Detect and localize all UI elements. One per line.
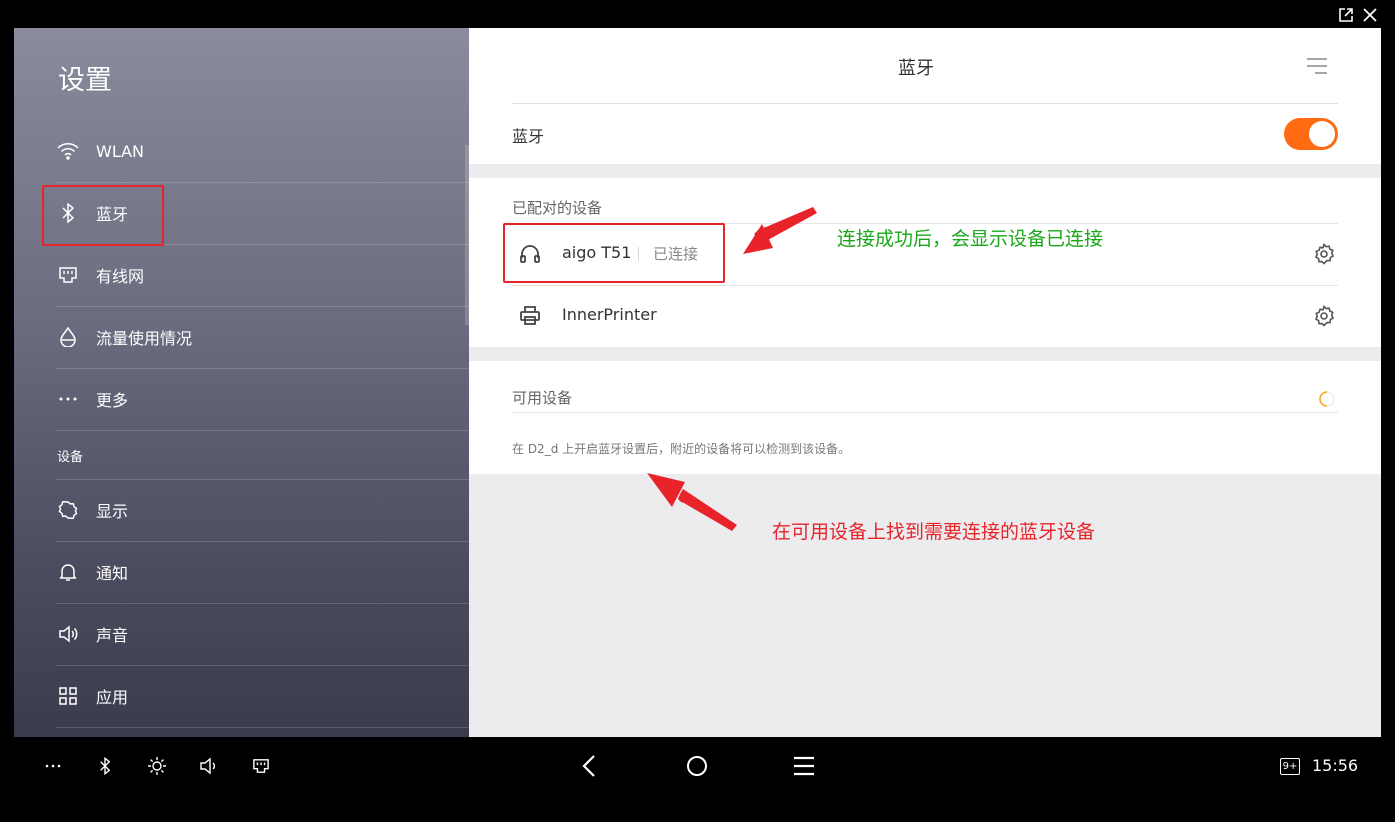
- switch-knob: [1309, 121, 1335, 147]
- bluetooth-panel: 蓝牙 蓝牙 已配对的设备 aigo T51 已连接 InnerPrinter 可…: [469, 28, 1381, 737]
- bluetooth-icon[interactable]: [94, 756, 116, 776]
- sidebar-item-label: WLAN: [96, 141, 145, 161]
- ethernet-icon: [56, 263, 80, 287]
- sidebar-item-data-usage[interactable]: 流量使用情况: [56, 306, 469, 368]
- annotation-connected-note: 连接成功后，会显示设备已连接: [837, 228, 1104, 250]
- annotation-available-note: 在可用设备上找到需要连接的蓝牙设备: [772, 521, 1096, 543]
- notification-badge[interactable]: 9+: [1280, 758, 1300, 775]
- speaker-icon: [56, 622, 80, 646]
- popout-icon[interactable]: [1337, 6, 1355, 24]
- paired-device-row[interactable]: InnerPrinter: [512, 285, 1338, 347]
- speaker-icon[interactable]: [198, 756, 220, 776]
- settings-sidebar: 设置 WLAN 蓝牙 有线网 流量使用情况 更多 设备 显示 通知 声音 应用: [14, 28, 469, 737]
- sidebar-item-display[interactable]: 显示: [56, 479, 469, 541]
- sidebar-item-apps[interactable]: 应用: [56, 665, 469, 727]
- divider: [56, 727, 469, 728]
- bluetooth-switch[interactable]: [1284, 118, 1338, 150]
- sidebar-item-label: 流量使用情况: [96, 329, 193, 348]
- available-devices-card: 可用设备 在 D2_d 上开启蓝牙设置后，附近的设备将可以检测到该设备。: [469, 361, 1381, 474]
- home-button[interactable]: [684, 753, 710, 779]
- close-icon[interactable]: [1361, 6, 1379, 24]
- sidebar-item-notifications[interactable]: 通知: [56, 541, 469, 603]
- divider: [512, 103, 1338, 104]
- paired-devices-header: 已配对的设备: [512, 199, 603, 217]
- panel-header: 蓝牙: [469, 28, 1381, 103]
- section-header-devices: 设备: [57, 450, 84, 465]
- sidebar-item-label: 显示: [96, 502, 129, 521]
- system-navbar: 9+ 15:56: [14, 737, 1381, 796]
- printer-icon: [520, 306, 540, 325]
- bell-icon: [56, 560, 80, 584]
- data-usage-icon: [56, 325, 80, 349]
- sidebar-item-label: 更多: [96, 391, 129, 410]
- device-name: InnerPrinter: [562, 305, 657, 324]
- annotation-highlight-box: [503, 223, 725, 283]
- bluetooth-toggle-label: 蓝牙: [512, 127, 545, 146]
- sidebar-item-wlan[interactable]: WLAN: [56, 120, 469, 182]
- loading-spinner-icon: [1319, 391, 1335, 407]
- annotation-highlight-box: [42, 185, 164, 246]
- sidebar-item-label: 有线网: [96, 267, 145, 286]
- sidebar-item-label: 通知: [96, 564, 129, 583]
- bluetooth-toggle-row[interactable]: 蓝牙: [469, 103, 1381, 164]
- apps-grid-icon: [56, 684, 80, 708]
- sidebar-item-more[interactable]: 更多: [56, 368, 469, 430]
- menu-lines-icon[interactable]: [1306, 56, 1328, 76]
- device-screen: 设置 WLAN 蓝牙 有线网 流量使用情况 更多 设备 显示 通知 声音 应用 …: [14, 28, 1381, 796]
- sidebar-item-label: 应用: [96, 688, 129, 707]
- sidebar-item-label: 声音: [96, 626, 129, 645]
- more-dots-icon[interactable]: [42, 756, 64, 776]
- ethernet-icon[interactable]: [250, 756, 272, 776]
- gear-icon[interactable]: [1312, 242, 1336, 266]
- available-devices-header: 可用设备: [512, 389, 573, 407]
- page-title: 蓝牙: [898, 58, 934, 79]
- divider: [512, 412, 1338, 413]
- gear-icon[interactable]: [1312, 304, 1336, 328]
- app-window: 设置 WLAN 蓝牙 有线网 流量使用情况 更多 设备 显示 通知 声音 应用 …: [0, 0, 1395, 822]
- divider: [56, 430, 469, 431]
- sidebar-item-ethernet[interactable]: 有线网: [56, 244, 469, 306]
- more-dots-icon: [56, 387, 80, 411]
- sidebar-title: 设置: [58, 65, 112, 96]
- clock: 15:56: [1312, 756, 1359, 775]
- display-icon: [56, 498, 80, 522]
- sidebar-item-sound[interactable]: 声音: [56, 603, 469, 665]
- discovery-hint: 在 D2_d 上开启蓝牙设置后，附近的设备将可以检测到该设备。: [512, 442, 851, 456]
- wifi-icon: [56, 139, 80, 163]
- recents-button[interactable]: [791, 753, 817, 779]
- back-button[interactable]: [576, 753, 602, 779]
- brightness-icon[interactable]: [146, 756, 168, 776]
